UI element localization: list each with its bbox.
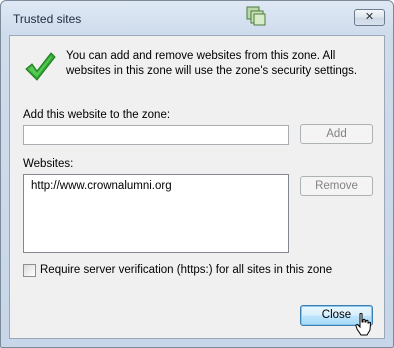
window-close-button[interactable]: ✕	[354, 9, 385, 26]
title-bar[interactable]: Trusted sites ✕	[1, 1, 393, 35]
mouse-pointer-icon	[355, 313, 371, 336]
add-site-label: Add this website to the zone:	[23, 109, 171, 121]
require-verification-label: Require server verification (https:) for…	[40, 264, 333, 276]
websites-label: Websites:	[23, 158, 74, 170]
zone-app-icon	[246, 6, 266, 26]
dialog-body: You can add and remove websites from thi…	[9, 35, 385, 339]
add-button[interactable]: Add	[300, 124, 373, 144]
window-title: Trusted sites	[13, 12, 82, 26]
website-list-item[interactable]: http://www.crownalumni.org	[31, 180, 172, 192]
websites-list[interactable]: http://www.crownalumni.org	[23, 174, 289, 253]
remove-button[interactable]: Remove	[300, 176, 373, 196]
close-icon: ✕	[364, 11, 375, 23]
require-verification-checkbox[interactable]	[23, 264, 36, 277]
trusted-sites-dialog: Trusted sites ✕ You can add and remove w…	[0, 0, 394, 348]
checkmark-icon	[25, 52, 56, 81]
add-site-input[interactable]	[23, 125, 289, 145]
zone-info-text: You can add and remove websites from thi…	[66, 50, 358, 77]
